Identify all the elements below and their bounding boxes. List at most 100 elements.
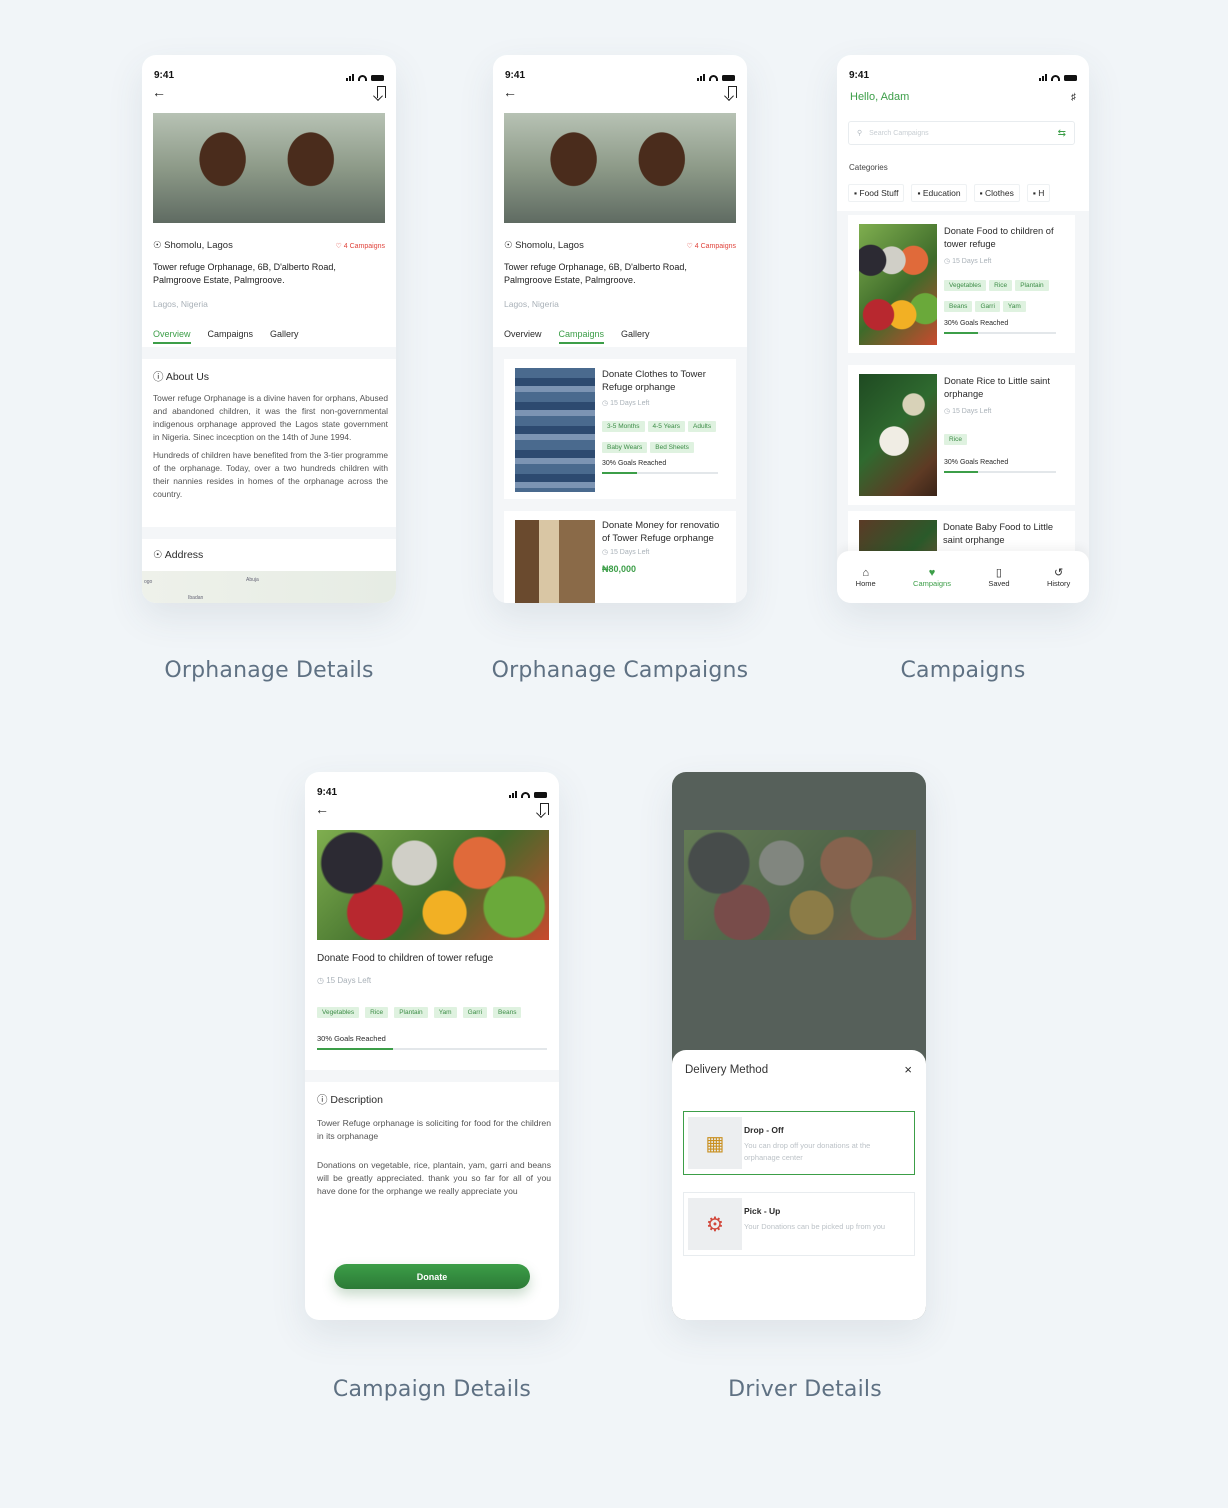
days-left: 15 Days Left (326, 976, 372, 985)
goal-reached: 30% Goals Reached (602, 460, 667, 467)
orphanage-photo (153, 113, 385, 223)
status-icons (346, 74, 384, 81)
tab-campaigns[interactable]: Campaigns (208, 329, 254, 344)
days-left: 15 Days Left (952, 258, 992, 265)
filter-icon[interactable]: ⇆ (1058, 128, 1066, 139)
campaigns-badge[interactable]: ♡ 4 Campaigns (336, 242, 385, 250)
campaign-card[interactable]: Donate Rice to Little saint orphange ◷ 1… (848, 365, 1075, 505)
category-more[interactable]: ▪ H (1026, 184, 1051, 202)
status-bar: 9:41 (305, 772, 559, 798)
category-education[interactable]: ▪ Education (911, 184, 967, 202)
campaign-card[interactable]: Donate Food to children of tower refuge … (848, 215, 1075, 353)
chip: Adults (688, 421, 717, 432)
orphanage-address: Tower refuge Orphanage, 6B, D'alberto Ro… (153, 262, 336, 285)
bell-icon[interactable]: ♯ (1071, 92, 1076, 103)
tab-gallery[interactable]: Gallery (621, 329, 650, 344)
back-arrow-icon[interactable]: ← (503, 85, 517, 99)
tab-history[interactable]: ↺ History (1047, 566, 1070, 588)
tab-overview[interactable]: Overview (153, 329, 191, 344)
progress-bar (944, 471, 1056, 473)
orphanage-campaigns-screen: 9:41 ← ☉ Shomolu, Lagos ♡ 4 Campaigns To… (493, 55, 747, 603)
progress-bar (602, 472, 718, 474)
tab-campaigns[interactable]: ♥ Campaigns (913, 567, 951, 588)
back-arrow-icon[interactable]: ← (152, 85, 166, 99)
caption-campaign-details: Campaign Details (332, 1377, 532, 1402)
driver-details-screen: Delivery Method × ▦ Drop - Off You can d… (672, 772, 926, 1320)
map[interactable]: ogo Abuja Ibadan (142, 571, 396, 603)
chip-list: 3-5 Months 4-5 Years Adults Baby Wears Bed S… (602, 415, 726, 457)
location: ☉ Shomolu, Lagos (153, 240, 233, 251)
chip: 4-5 Years (647, 421, 685, 432)
about-paragraph-1: Tower refuge Orphanage is a divine haven… (153, 393, 388, 442)
category-food-stuff[interactable]: ▪ Food Stuff (848, 184, 905, 202)
tab-gallery[interactable]: Gallery (270, 329, 299, 344)
description-title: Description (330, 1094, 383, 1106)
chip-list: Rice (944, 428, 1069, 449)
tab-home[interactable]: ⌂ Home (856, 567, 876, 588)
clock-icon: ◷ (944, 408, 951, 415)
orphanage-details-screen: 9:41 ← ☉ Shomolu, Lagos ♡ 4 Campaigns To… (142, 55, 396, 603)
goal-reached: 30% Goals Reached (317, 1034, 386, 1043)
status-time: 9:41 (154, 70, 175, 81)
orphanage-city: Lagos, Nigeria (504, 299, 559, 309)
days-left: 15 Days Left (952, 408, 992, 415)
caption-orphanage-campaigns: Orphanage Campaigns (491, 658, 749, 683)
option-description: You can drop off your donations at the o… (744, 1141, 871, 1162)
tab-label: History (1046, 579, 1071, 588)
progress-bar (944, 332, 1056, 334)
progress-fill (317, 1048, 393, 1050)
about-title: About Us (165, 371, 210, 383)
chip: Rice (365, 1007, 389, 1018)
option-title: Drop - Off (744, 1125, 784, 1135)
tab-saved[interactable]: ▯ Saved (988, 566, 1009, 588)
status-bar: 9:41 (493, 55, 747, 81)
back-arrow-icon[interactable]: ← (315, 802, 329, 816)
donate-button[interactable]: Donate (334, 1264, 530, 1289)
chip: Garri (975, 301, 1000, 312)
bookmark-icon[interactable] (728, 86, 737, 98)
map-label: Abuja (246, 577, 259, 583)
delivery-scooter-icon: ⚙ (688, 1198, 742, 1250)
chip-list: Vegetables Rice Plantain Beans Garri Yam (944, 274, 1068, 316)
bookmark-icon[interactable] (377, 86, 386, 98)
orphanage-photo (504, 113, 736, 223)
chip: Rice (944, 434, 968, 445)
greeting: Hello, Adam (850, 91, 910, 103)
chip: Plantain (394, 1007, 428, 1018)
close-icon[interactable]: × (904, 1062, 912, 1077)
status-time: 9:41 (505, 70, 526, 81)
package-hand-icon: ▦ (688, 1117, 742, 1169)
campaign-card[interactable]: Donate Clothes to Tower Refuge orphange … (504, 359, 736, 499)
about-section: ⓘ About Us Tower refuge Orphanage is a d… (153, 369, 388, 501)
tab-overview[interactable]: Overview (504, 329, 542, 344)
campaign-card[interactable]: Donate Money for renovatio of Tower Refu… (504, 511, 736, 603)
status-bar: 9:41 (142, 55, 396, 81)
map-label: Ibadan (188, 595, 204, 601)
bookmark-icon[interactable] (540, 803, 549, 815)
search-input[interactable]: ⚲ Search Campaigns ⇆ (848, 121, 1075, 145)
tab-label: Home (855, 578, 876, 588)
clock-icon: ◷ (944, 258, 951, 265)
tab-campaigns[interactable]: Campaigns (558, 329, 605, 344)
sheet-title: Delivery Method (685, 1064, 769, 1076)
campaign-photo (684, 830, 916, 940)
campaign-details-screen: 9:41 ← Donate Food to children of tower … (305, 772, 559, 1320)
chip: Beans (493, 1007, 522, 1018)
description-paragraph-1: Tower Refuge orphanage is soliciting for… (317, 1118, 551, 1141)
progress-fill (944, 471, 978, 473)
orphanage-address: Tower refuge Orphanage, 6B, D'alberto Ro… (504, 262, 687, 285)
about-paragraph-2: Hundreds of children have benefited from… (153, 450, 388, 499)
option-drop-off[interactable]: ▦ Drop - Off You can drop off your donat… (683, 1111, 915, 1175)
home-icon: ⌂ (862, 566, 869, 579)
category-clothes[interactable]: ▪ Clothes (973, 184, 1020, 202)
progress-fill (602, 472, 637, 474)
option-pick-up[interactable]: ⚙ Pick - Up Your Donations can be picked… (683, 1192, 915, 1256)
campaign-title: Donate Clothes to Tower Refuge orphange (602, 369, 706, 393)
campaign-photo (515, 520, 595, 603)
option-title: Pick - Up (744, 1206, 781, 1216)
chip: Vegetables (944, 280, 987, 291)
campaigns-badge[interactable]: ♡ 4 Campaigns (687, 242, 736, 250)
campaign-title: Donate Baby Food to Little saint orphang… (943, 522, 1054, 545)
campaign-title: Donate Rice to Little saint orphange (944, 376, 1050, 399)
caption-driver-details: Driver Details (728, 1377, 882, 1402)
